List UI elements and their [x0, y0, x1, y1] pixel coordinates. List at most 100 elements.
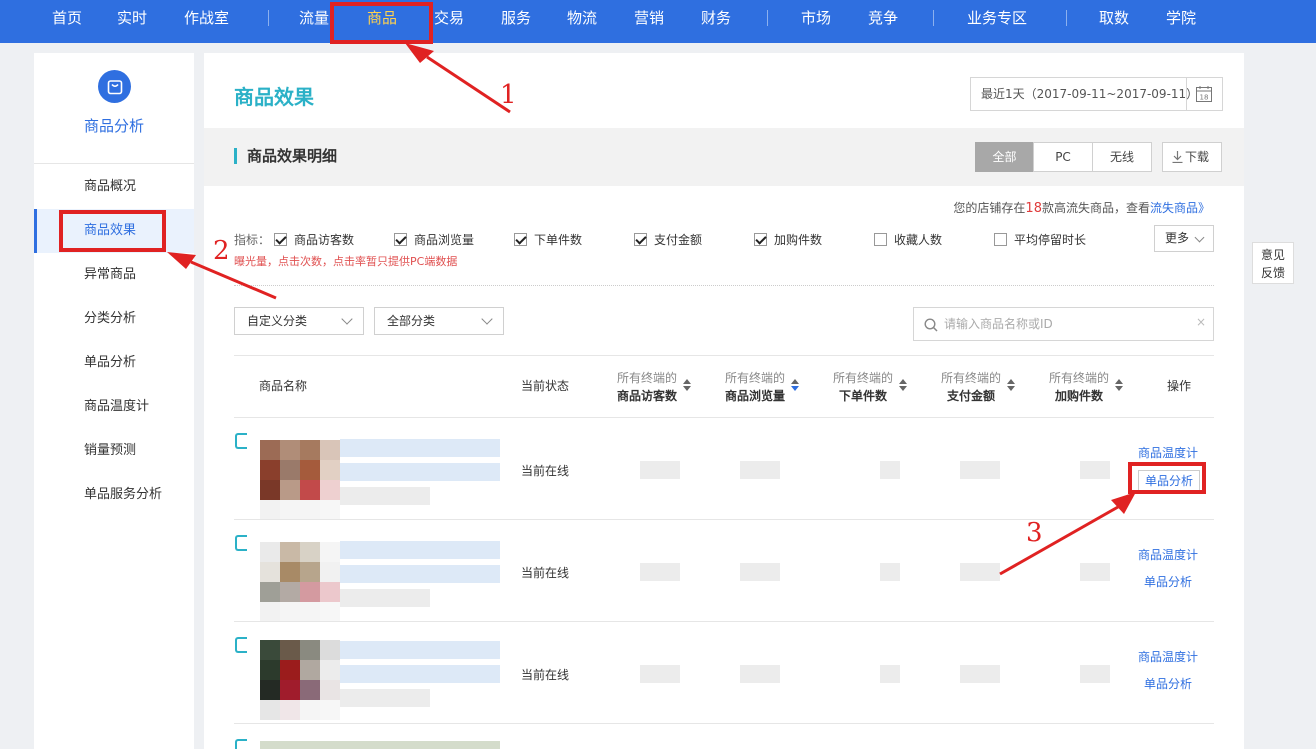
- more-indicators-button[interactable]: 更多: [1154, 225, 1214, 252]
- sidebar-item-single-product-analysis[interactable]: 单品分析: [34, 341, 194, 385]
- single-product-analysis-link[interactable]: 单品分析: [1144, 675, 1192, 692]
- calendar-icon[interactable]: 18: [1195, 85, 1213, 103]
- row-checkbox[interactable]: [235, 535, 247, 551]
- nav-finance[interactable]: 财务: [701, 0, 731, 36]
- page-title: 商品效果: [234, 85, 314, 109]
- sort-icon[interactable]: [683, 379, 692, 393]
- indicator-pageviews[interactable]: 商品浏览量: [394, 231, 474, 248]
- nav-market[interactable]: 市场: [801, 0, 831, 36]
- download-label: 下载: [1185, 150, 1210, 164]
- product-thermometer-link[interactable]: 商品温度计: [1138, 546, 1198, 563]
- col-header-payment-amount[interactable]: 所有终端的 支付金额: [941, 369, 1016, 405]
- col-header-line2: 商品访客数: [617, 389, 678, 403]
- tab-all[interactable]: 全部: [975, 142, 1034, 172]
- nav-service[interactable]: 服务: [501, 0, 531, 36]
- indicator-payment-amount[interactable]: 支付金额: [634, 231, 702, 248]
- sidebar-item-sales-forecast[interactable]: 销量预测: [34, 429, 194, 473]
- search-input[interactable]: [944, 314, 1194, 334]
- chevron-down-icon: [481, 313, 493, 325]
- tab-wireless[interactable]: 无线: [1092, 142, 1152, 172]
- col-header-visitors[interactable]: 所有终端的 商品访客数: [617, 369, 692, 405]
- download-button[interactable]: 下载: [1162, 142, 1222, 172]
- metric-value-blurred: [740, 563, 780, 581]
- clear-icon[interactable]: ×: [1196, 315, 1206, 329]
- nav-business-zone[interactable]: 业务专区: [967, 0, 1027, 36]
- single-product-analysis-link[interactable]: 单品分析: [1144, 573, 1192, 590]
- nav-data-fetch[interactable]: 取数: [1099, 0, 1129, 36]
- indicator-order-items[interactable]: 下单件数: [514, 231, 582, 248]
- metric-value-blurred: [880, 563, 900, 581]
- product-thermometer-link[interactable]: 商品温度计: [1138, 444, 1198, 461]
- table-top-line: [234, 355, 1214, 356]
- divider: [234, 285, 1214, 286]
- product-id-blurred: [340, 689, 430, 707]
- product-thumbnail[interactable]: [260, 440, 340, 520]
- nav-logistics[interactable]: 物流: [567, 0, 597, 36]
- sort-icon[interactable]: [1007, 379, 1016, 393]
- row-checkbox[interactable]: [235, 637, 247, 653]
- col-header-order-items[interactable]: 所有终端的 下单件数: [833, 369, 908, 405]
- product-thumbnail[interactable]: [260, 542, 340, 622]
- indicator-favorites[interactable]: 收藏人数: [874, 231, 942, 248]
- annotation-number-1: 1: [500, 80, 517, 110]
- product-name-blurred[interactable]: [340, 641, 500, 659]
- lost-products-link[interactable]: 流失商品》: [1150, 201, 1210, 215]
- product-name-blurred[interactable]: [340, 541, 500, 559]
- checkbox[interactable]: [274, 233, 287, 246]
- product-thumbnail[interactable]: [260, 640, 340, 720]
- sort-icon[interactable]: [1115, 379, 1124, 393]
- product-status: 当前在线: [521, 464, 570, 478]
- product-thermometer-link[interactable]: 商品温度计: [1138, 648, 1198, 665]
- row-checkbox[interactable]: [235, 433, 247, 449]
- tab-pc[interactable]: PC: [1033, 142, 1093, 172]
- nav-home[interactable]: 首页: [52, 0, 82, 36]
- checkbox[interactable]: [994, 233, 1007, 246]
- checkbox[interactable]: [514, 233, 527, 246]
- nav-traffic[interactable]: 流量: [299, 0, 329, 36]
- custom-category-select[interactable]: 自定义分类: [234, 307, 364, 335]
- checkbox[interactable]: [394, 233, 407, 246]
- notice-prefix: 您的店铺存在: [953, 201, 1026, 215]
- col-header-line2: 加购件数: [1055, 389, 1104, 403]
- col-header-line1: 所有终端的: [833, 371, 894, 385]
- metric-value-blurred: [1080, 461, 1110, 479]
- col-header-cart-items[interactable]: 所有终端的 加购件数: [1049, 369, 1124, 405]
- sidebar-item-product-overview[interactable]: 商品概况: [34, 165, 194, 209]
- all-category-select[interactable]: 全部分类: [374, 307, 504, 335]
- checkbox[interactable]: [874, 233, 887, 246]
- nav-competition[interactable]: 竞争: [868, 0, 898, 36]
- metric-value-blurred: [960, 665, 1000, 683]
- product-name-blurred[interactable]: [340, 439, 500, 457]
- col-header-line2: 支付金额: [947, 389, 996, 403]
- top-navigation: 首页 实时 作战室 流量 商品 交易 服务 物流 营销 财务 市场 竞争 业务专…: [0, 0, 1316, 43]
- download-icon: [1172, 151, 1183, 163]
- sidebar-item-abnormal-products[interactable]: 异常商品: [34, 253, 194, 297]
- indicator-visitors[interactable]: 商品访客数: [274, 231, 354, 248]
- nav-academy[interactable]: 学院: [1166, 0, 1196, 36]
- date-range-picker[interactable]: 最近1天（2017-09-11~2017-09-11） 18: [970, 77, 1223, 111]
- nav-trade[interactable]: 交易: [434, 0, 464, 36]
- checkbox[interactable]: [634, 233, 647, 246]
- sort-icon[interactable]: [899, 379, 908, 393]
- row-divider: [234, 723, 1214, 724]
- sidebar: 商品分析 商品概况 商品效果 异常商品 分类分析 单品分析 商品温度计 销量预测…: [34, 53, 194, 749]
- sidebar-item-product-thermometer[interactable]: 商品温度计: [34, 385, 194, 429]
- metric-value-blurred: [960, 461, 1000, 479]
- sidebar-item-category-analysis[interactable]: 分类分析: [34, 297, 194, 341]
- col-header-pageviews[interactable]: 所有终端的 商品浏览量: [725, 369, 800, 405]
- nav-realtime[interactable]: 实时: [117, 0, 147, 36]
- sort-icon[interactable]: [791, 379, 800, 393]
- nav-marketing[interactable]: 营销: [634, 0, 664, 36]
- indicator-cart-items[interactable]: 加购件数: [754, 231, 822, 248]
- indicator-avg-stay-time[interactable]: 平均停留时长: [994, 231, 1086, 248]
- more-label: 更多: [1165, 231, 1190, 245]
- checkbox[interactable]: [754, 233, 767, 246]
- indicator-label: 平均停留时长: [1014, 233, 1087, 247]
- nav-war-room[interactable]: 作战室: [184, 0, 229, 36]
- row-checkbox[interactable]: [235, 739, 247, 749]
- indicator-label: 商品浏览量: [414, 233, 475, 247]
- sidebar-item-single-service-analysis[interactable]: 单品服务分析: [34, 473, 194, 517]
- feedback-button[interactable]: 意见 反馈: [1252, 242, 1294, 284]
- product-name-blurred: [340, 665, 500, 683]
- divider: [34, 163, 194, 164]
